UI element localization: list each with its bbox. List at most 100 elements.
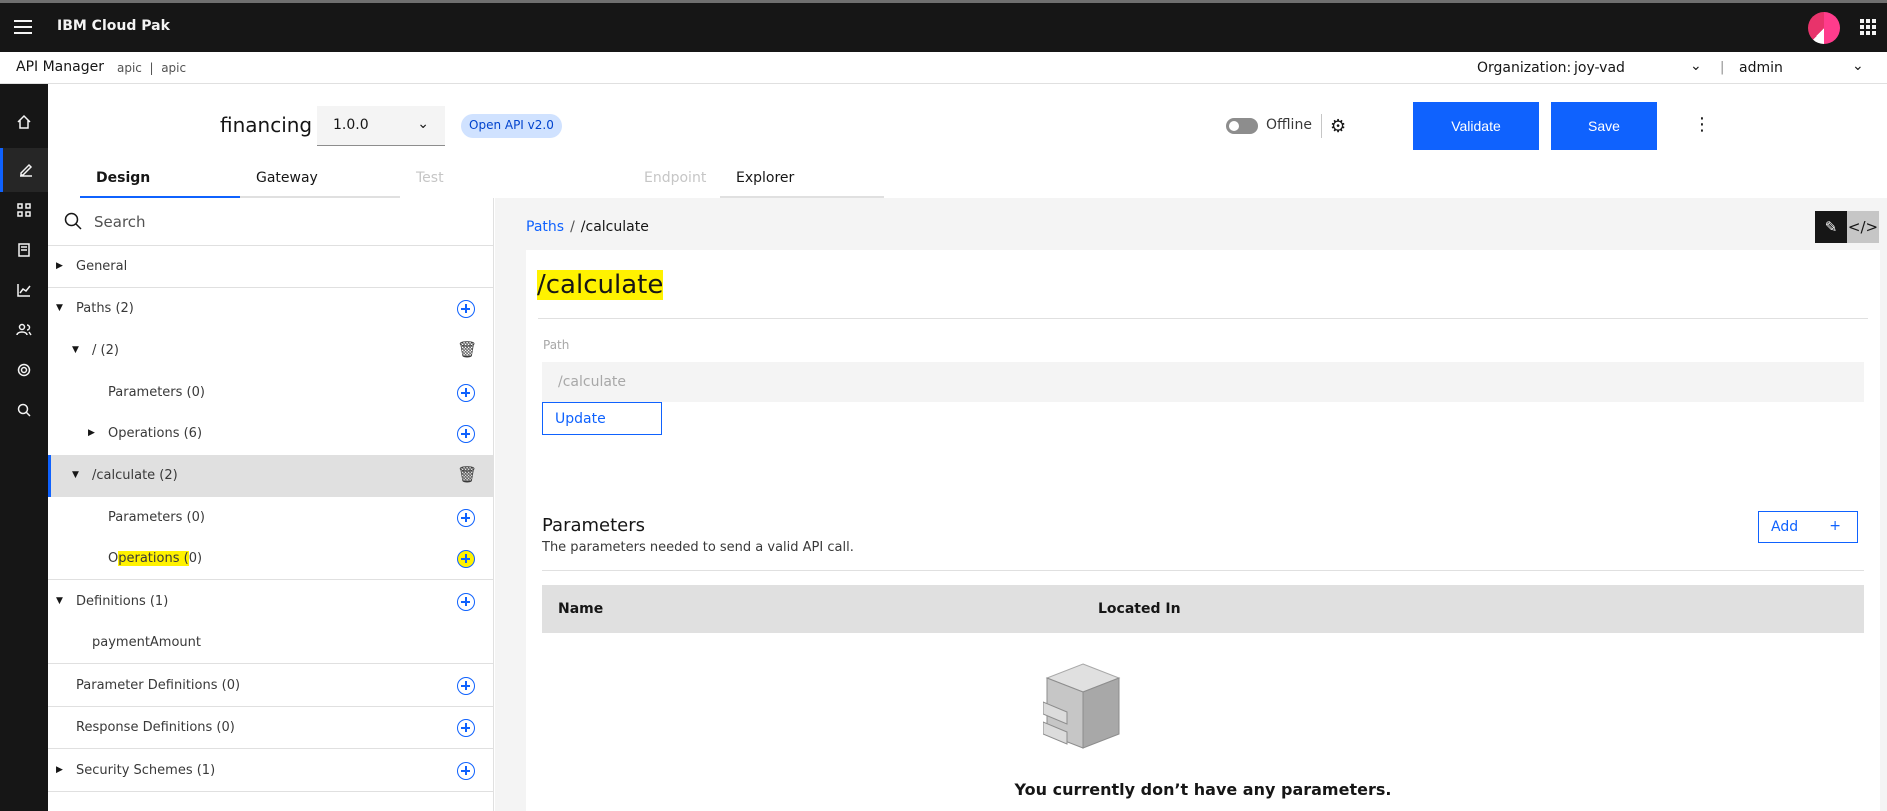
left-nav-rail [0,84,48,811]
tree-item-root-operations[interactable]: ▶ Operations (6) [48,413,493,455]
column-header-name: Name [558,601,604,617]
tree-item-root-parameters[interactable]: Parameters (0) [48,372,493,414]
tree-label: / (2) [92,343,119,358]
tab-design[interactable]: Design [80,164,240,198]
tree-label: Response Definitions (0) [76,720,235,735]
tree-item-security-schemes[interactable]: ▶ Security Schemes (1) [48,750,493,792]
form-edit-icon[interactable]: ✎ [1815,211,1847,243]
add-parameter-icon[interactable] [457,509,475,527]
user-menu[interactable]: admin [1739,60,1783,76]
path-input[interactable] [542,362,1864,402]
overflow-menu-icon[interactable]: ⋮ [1693,114,1711,135]
online-toggle[interactable] [1226,118,1258,134]
gear-icon[interactable]: ⚙ [1330,116,1346,137]
view-toggle: ✎ </> [1815,211,1879,243]
search-input[interactable] [94,210,474,234]
tree-label: Operations (0) [108,551,202,566]
edit-icon[interactable] [0,148,48,192]
tree-item-response-definitions[interactable]: Response Definitions (0) [48,707,493,749]
sub-header: API Manager apic | apic Organization: jo… [0,52,1887,84]
version-select[interactable]: 1.0.0 ⌄ [317,106,445,146]
add-definition-icon[interactable] [457,593,475,611]
add-parameter-definition-icon[interactable] [457,677,475,695]
path-editor-area: Paths / /calculate ✎</> /calculate Path Up… [495,198,1887,811]
tree-item-calculate-path[interactable]: ▼ /calculate (2) 🗑 [48,455,493,497]
highlighted-text: perations ( [118,551,189,566]
search-icon [64,212,82,230]
tree-item-general[interactable]: ▶ General [48,246,493,288]
breadcrumb: Paths / /calculate [526,219,649,235]
page-title: /calculate [537,270,664,300]
organization-select[interactable]: joy-vad [1574,60,1625,76]
tree-label: Parameter Definitions (0) [76,678,241,693]
caret-right-icon: ▶ [56,261,63,271]
breadcrumb-current: /calculate [580,219,649,235]
add-operation-icon[interactable] [457,425,475,443]
chevron-down-icon: ⌄ [417,116,429,132]
trash-icon[interactable]: 🗑 [457,340,477,359]
add-path-icon[interactable] [457,300,475,318]
parameters-description: The parameters needed to send a valid AP… [542,540,854,555]
tree-item-root-path[interactable]: ▼ / (2) 🗑 [48,330,493,372]
divider [542,570,1864,571]
add-operation-icon[interactable] [457,550,475,568]
tree-item-parameter-definitions[interactable]: Parameter Definitions (0) [48,665,493,707]
tree-label-part: 0) [188,551,203,566]
tree-label-part: O [108,551,119,566]
organization-label: Organization: [1477,60,1572,76]
app-switcher-icon[interactable] [1860,19,1876,35]
breadcrumb-paths-link[interactable]: Paths [526,219,564,235]
header-separator: | [1720,60,1725,75]
add-security-scheme-icon[interactable] [457,762,475,780]
apps-icon[interactable] [0,188,48,232]
caret-right-icon: ▶ [88,428,95,438]
empty-cabinet-icon [1043,663,1121,749]
add-response-definition-icon[interactable] [457,719,475,737]
tree-item-payment-amount[interactable]: paymentAmount [48,622,493,664]
parameters-table-header: Name Located In [542,585,1864,633]
tree-label: Paths (2) [76,301,134,316]
tree-label: Security Schemes (1) [76,763,216,778]
home-icon[interactable] [0,100,48,144]
tree-label: Parameters (0) [108,385,205,400]
tab-gateway[interactable]: Gateway [240,164,400,198]
menu-icon[interactable] [14,20,32,34]
tree-item-paths[interactable]: ▼ Paths (2) [48,288,493,330]
parameters-heading: Parameters [542,515,646,536]
catalog-icon[interactable] [0,228,48,272]
chevron-down-icon[interactable]: ⌄ [1852,58,1864,74]
tree-item-definitions[interactable]: ▼ Definitions (1) [48,581,493,623]
tree-label: Definitions (1) [76,594,169,609]
brand-name: IBM Cloud Pak [57,18,170,34]
members-icon[interactable] [0,308,48,352]
source-code-icon[interactable]: </> [1847,211,1879,243]
search-icon[interactable] [0,388,48,432]
add-parameter-button[interactable]: Add + [1758,511,1858,543]
add-parameter-icon[interactable] [457,384,475,402]
path-field-label: Path [543,338,570,352]
search-bar [48,198,494,246]
caret-right-icon: ▶ [56,765,63,775]
context-label: apic | apic [117,61,187,75]
analytics-icon[interactable] [0,268,48,312]
tree-item-calculate-operations[interactable]: Operations (0) [48,538,493,580]
tree-label: Operations (6) [108,426,203,441]
tree-label: General [76,259,128,274]
tab-endpoint: Endpoint [560,164,720,198]
update-button[interactable]: Update [542,402,662,435]
settings-icon[interactable] [0,348,48,392]
validate-button[interactable]: Validate [1413,102,1539,150]
app-name: API Manager [16,59,104,75]
tree-label: paymentAmount [92,635,201,650]
tab-explorer[interactable]: Explorer [720,164,884,198]
version-value: 1.0.0 [333,117,369,133]
trash-icon[interactable]: 🗑 [457,465,477,484]
toggle-label: Offline [1266,117,1312,133]
chevron-down-icon[interactable]: ⌄ [1690,58,1702,74]
save-button[interactable]: Save [1551,102,1657,150]
header-divider [1321,114,1322,138]
add-button-label: Add [1771,519,1799,535]
tree-item-calculate-parameters[interactable]: Parameters (0) [48,497,493,539]
avatar[interactable] [1808,12,1840,44]
empty-state-message: You currently don’t have any parameters. [1014,780,1392,799]
